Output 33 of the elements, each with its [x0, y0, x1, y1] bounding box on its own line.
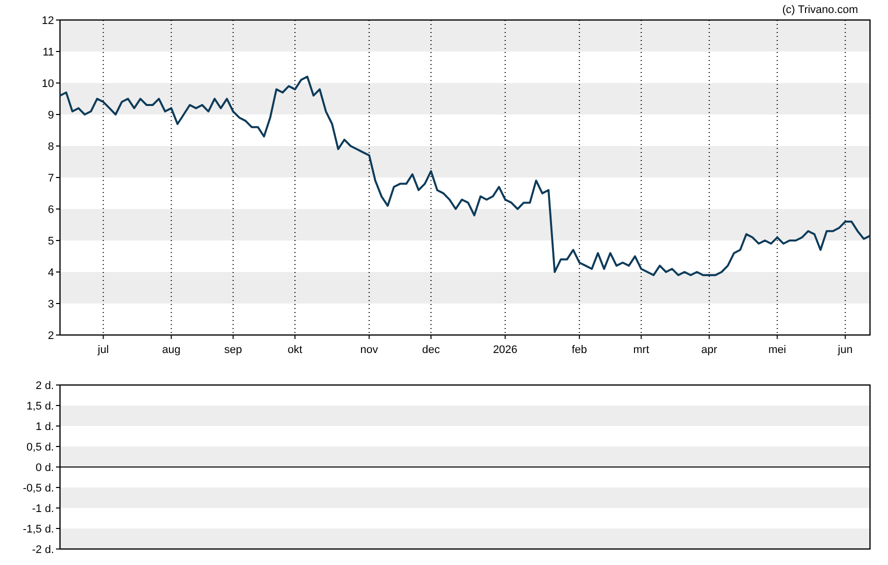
y-axis-label: 0,5 d. [26, 442, 54, 454]
y-axis-label: 11 [42, 46, 54, 58]
y-axis-label: -2 d. [32, 544, 54, 556]
x-axis-label: 2026 [492, 344, 518, 356]
y-axis-label: 6 [48, 204, 54, 216]
y-axis-label: 2 [48, 330, 54, 342]
y-axis-label: 12 [42, 15, 54, 27]
x-axis-label: dec [422, 344, 440, 356]
x-axis-label: mrt [633, 344, 650, 356]
y-axis-label: 1,5 d. [26, 400, 54, 412]
y-axis-label: 4 [48, 267, 54, 279]
x-axis-label: nov [360, 344, 378, 356]
y-axis-label: 1 d. [36, 421, 54, 433]
y-axis-label: -0,5 d. [22, 482, 54, 494]
copyright-credit: (c) Trivano.com [782, 4, 858, 16]
y-axis-label: 0 d. [36, 462, 54, 474]
y-axis-label: 2 d. [36, 380, 54, 392]
y-axis-label: 9 [48, 110, 54, 122]
y-axis-label: 5 [48, 236, 54, 248]
x-axis-label: jun [838, 344, 853, 356]
x-axis-label: okt [288, 344, 302, 356]
x-axis-label: aug [162, 344, 180, 356]
x-axis-label: sep [224, 344, 242, 356]
x-axis-label: mei [768, 344, 786, 356]
x-axis-label: apr [701, 344, 718, 356]
x-axis-label: jul [98, 344, 109, 356]
y-axis-label: 7 [48, 172, 54, 184]
y-axis-label: -1,5 d. [22, 524, 54, 536]
y-axis-label: 10 [42, 78, 54, 90]
y-axis-label: 8 [48, 141, 54, 153]
y-axis-label: -1 d. [32, 503, 54, 515]
x-axis-label: feb [572, 344, 588, 356]
y-axis-label: 3 [48, 298, 54, 310]
